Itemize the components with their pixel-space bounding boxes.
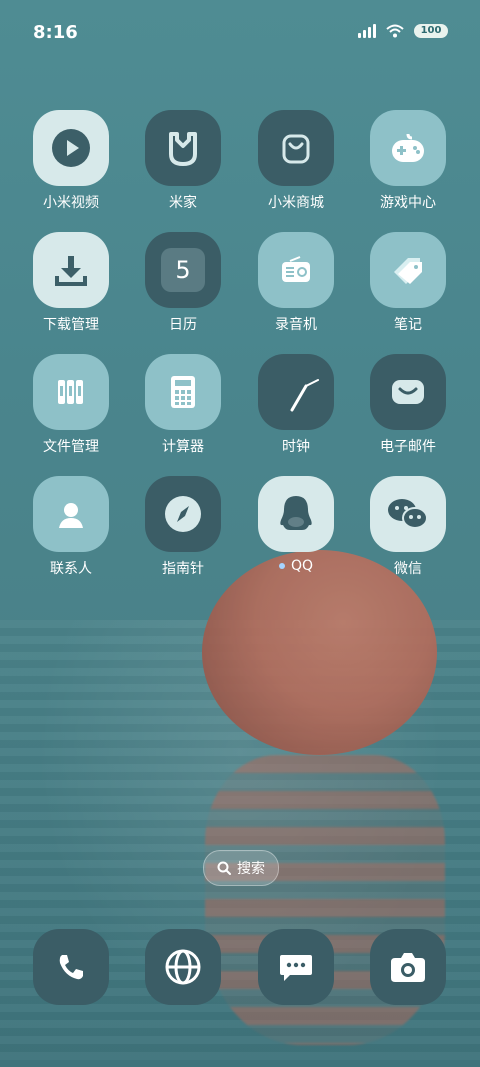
status-icons: 100: [358, 24, 448, 38]
app-wechat[interactable]: 微信: [353, 476, 463, 578]
app-mi-store[interactable]: 小米商城: [241, 110, 351, 212]
app-recorder[interactable]: 录音机: [241, 232, 351, 334]
app-email[interactable]: 电子邮件: [353, 354, 463, 456]
mail-icon: [370, 354, 446, 430]
calendar-day: 5: [161, 248, 205, 292]
play-icon: [33, 110, 109, 186]
app-label: 米家: [169, 195, 197, 211]
app-label: 电子邮件: [380, 439, 436, 455]
shopping-bag-icon: [258, 110, 334, 186]
browser-globe-icon: [145, 929, 221, 1005]
app-label-text: QQ: [290, 558, 314, 574]
signal-icon: [358, 24, 376, 38]
app-downloads[interactable]: 下载管理: [16, 232, 126, 334]
app-file-manager[interactable]: 文件管理: [16, 354, 126, 456]
app-label: 日历: [169, 317, 197, 333]
app-label: 联系人: [50, 561, 92, 577]
app-qq[interactable]: QQ: [241, 476, 351, 574]
app-label: 微信: [394, 561, 422, 577]
binders-icon: [33, 354, 109, 430]
app-label: 小米商城: [268, 195, 324, 211]
dock-messages[interactable]: [241, 929, 351, 1005]
tags-icon: [370, 232, 446, 308]
app-label: 文件管理: [43, 439, 99, 455]
clock-icon: [258, 354, 334, 430]
app-game-center[interactable]: 游戏中心: [353, 110, 463, 212]
app-label: 下载管理: [43, 317, 99, 333]
calculator-icon: [145, 354, 221, 430]
calendar-icon: 5: [145, 232, 221, 308]
status-time: 8:16: [33, 22, 78, 43]
radio-icon: [258, 232, 334, 308]
phone-icon: [33, 929, 109, 1005]
qq-penguin-icon: [258, 476, 334, 552]
download-icon: [33, 232, 109, 308]
dock-phone[interactable]: [16, 929, 126, 1005]
dock-browser[interactable]: [128, 929, 238, 1005]
wifi-icon: [386, 24, 404, 38]
app-mi-video[interactable]: 小米视频: [16, 110, 126, 212]
new-install-dot: [278, 563, 285, 569]
app-label: 小米视频: [43, 195, 99, 211]
app-calendar[interactable]: 5 日历: [128, 232, 238, 334]
app-compass[interactable]: 指南针: [128, 476, 238, 578]
messages-icon: [258, 929, 334, 1005]
app-clock[interactable]: 时钟: [241, 354, 351, 456]
home-search-button[interactable]: 搜索: [203, 850, 279, 886]
app-label: 录音机: [275, 317, 317, 333]
dock-camera[interactable]: [353, 929, 463, 1005]
status-bar: 8:16 100: [0, 0, 480, 66]
app-notes[interactable]: 笔记: [353, 232, 463, 334]
gamepad-icon: [370, 110, 446, 186]
camera-icon: [370, 929, 446, 1005]
mijia-icon: [145, 110, 221, 186]
app-label: QQ: [241, 558, 351, 574]
app-label: 计算器: [162, 439, 204, 455]
app-label: 指南针: [162, 561, 204, 577]
app-label: 时钟: [282, 439, 310, 455]
search-label: 搜索: [237, 861, 265, 877]
app-calculator[interactable]: 计算器: [128, 354, 238, 456]
wallpaper-ball: [202, 550, 437, 755]
app-label: 笔记: [394, 317, 422, 333]
app-mijia[interactable]: 米家: [128, 110, 238, 212]
battery-icon: 100: [414, 24, 448, 38]
wechat-icon: [370, 476, 446, 552]
compass-icon: [145, 476, 221, 552]
contact-icon: [33, 476, 109, 552]
app-label: 游戏中心: [380, 195, 436, 211]
search-icon: [217, 861, 231, 875]
app-contacts[interactable]: 联系人: [16, 476, 126, 578]
